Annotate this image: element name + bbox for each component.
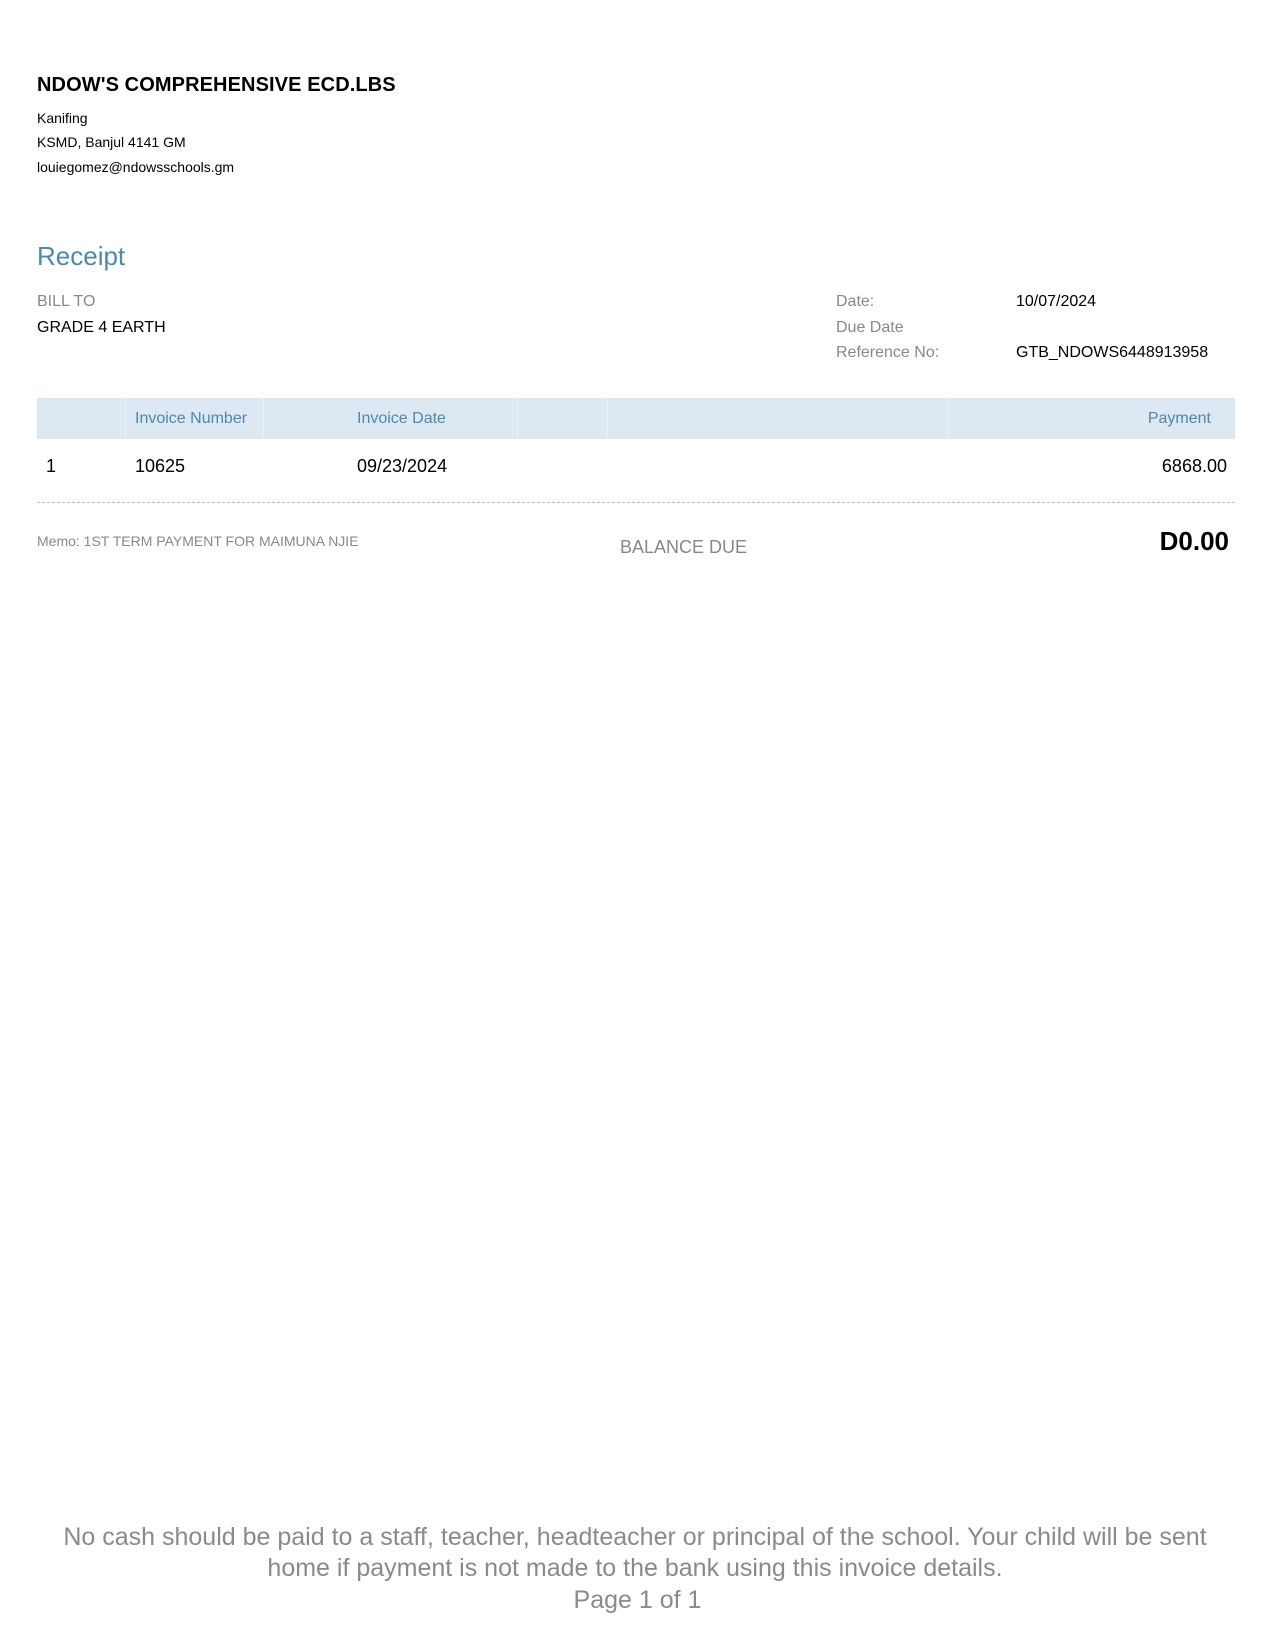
- receipt-page: NDOW'S COMPREHENSIVE ECD.LBS Kanifing KS…: [0, 0, 1275, 1650]
- page-number: Page 1 of 1: [573, 1586, 702, 1614]
- date-value: 10/07/2024: [1016, 293, 1097, 310]
- row-index: 1: [46, 456, 57, 476]
- company-address-line1: Kanifing: [37, 110, 88, 126]
- row-invoice-number: 10625: [135, 456, 186, 476]
- company-address-line2: KSMD, Banjul 4141 GM: [37, 134, 186, 150]
- row-invoice-date: 09/23/2024: [357, 456, 448, 476]
- header-invoice-date: Invoice Date: [357, 410, 446, 427]
- date-label: Date:: [836, 293, 875, 310]
- table-row: 1 10625 09/23/2024 6868.00: [37, 456, 1235, 480]
- table-header: Invoice Number Invoice Date Payment: [37, 398, 1235, 439]
- memo: Memo: 1ST TERM PAYMENT FOR MAIMUNA NJIE: [37, 533, 359, 549]
- header-invoice-number: Invoice Number: [135, 410, 248, 427]
- column-separator: [263, 398, 264, 439]
- balance-due-label: BALANCE DUE: [620, 537, 748, 557]
- column-separator: [517, 398, 518, 439]
- footer-note: No cash should be paid to a staff, teach…: [63, 1523, 1207, 1582]
- column-separator: [607, 398, 608, 439]
- column-separator: [947, 398, 948, 439]
- column-separator: [125, 398, 126, 439]
- header-payment: Payment: [1147, 410, 1211, 427]
- due-date-label: Due Date: [836, 319, 904, 336]
- company-name: NDOW'S COMPREHENSIVE ECD.LBS: [37, 74, 396, 96]
- document-title: Receipt: [37, 241, 126, 271]
- balance-due-value: D0.00: [1159, 526, 1229, 556]
- row-payment: 6868.00: [1161, 456, 1227, 476]
- company-email: louiegomez@ndowsschools.gm: [37, 159, 235, 175]
- reference-value: GTB_NDOWS6448913958: [1016, 344, 1209, 361]
- dashed-divider: [37, 502, 1235, 503]
- bill-to-value: GRADE 4 EARTH: [37, 319, 166, 336]
- reference-label: Reference No:: [836, 344, 940, 361]
- bill-to-label: BILL TO: [37, 293, 96, 310]
